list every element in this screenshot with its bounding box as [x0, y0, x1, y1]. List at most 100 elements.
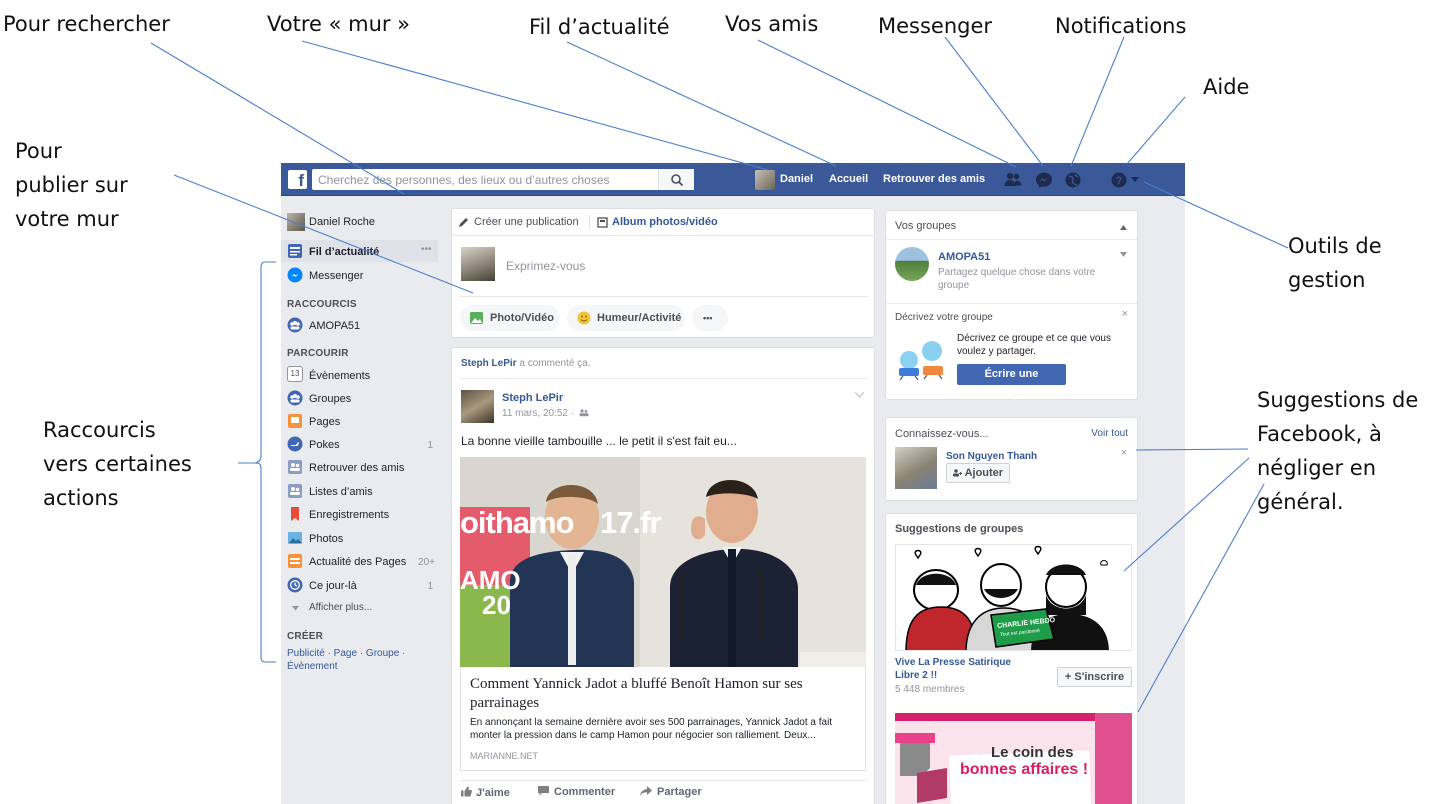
- shortcut-amopa51[interactable]: AMOPA51: [309, 320, 360, 332]
- newsfeed-more-button[interactable]: •••: [421, 244, 432, 255]
- newsfeed-link[interactable]: Fil d’actualité: [309, 246, 379, 258]
- home-link[interactable]: Accueil: [829, 163, 868, 196]
- feeling-activity-button[interactable]: Humeur/Activité: [567, 305, 685, 331]
- annotation-suggestions-line-4: général.: [1257, 490, 1344, 514]
- album-tab[interactable]: Album photos/vidéo: [612, 216, 718, 228]
- banner-text-1: oithamo: [460, 505, 575, 540]
- left-profile-link[interactable]: Daniel Roche: [309, 216, 375, 228]
- explore-item-events[interactable]: Évènements: [309, 370, 370, 382]
- connector-notifications: [1070, 36, 1125, 167]
- ad-headline-line-1: Le coin des: [991, 744, 1074, 761]
- account-menu-arrow-icon[interactable]: [1131, 177, 1139, 183]
- post-author-link[interactable]: Steph LePir: [502, 392, 563, 404]
- photos-icon: [288, 532, 302, 544]
- connector-messenger: [944, 36, 1044, 167]
- activity-separator: [461, 378, 867, 379]
- share-label: Partager: [657, 786, 702, 798]
- link-title[interactable]: Comment Yannick Jadot a bluffé Benoît Ha…: [470, 675, 858, 713]
- find-friends-link[interactable]: Retrouver des amis: [883, 163, 985, 196]
- annotation-shortcuts: Raccourcis vers certaines actions: [43, 413, 192, 515]
- composer-more-button[interactable]: •••: [692, 305, 728, 331]
- see-more-link[interactable]: Afficher plus...: [309, 602, 372, 613]
- activity-text: a commenté ça.: [516, 358, 591, 369]
- calendar-icon: 13: [287, 366, 303, 382]
- group-avatar[interactable]: [895, 247, 929, 281]
- search-icon: [670, 174, 683, 187]
- pokes-count: 1: [427, 440, 433, 451]
- link-preview-image[interactable]: oithamo 17.fr AMO 20: [460, 457, 866, 667]
- create-event-link[interactable]: Évènement: [287, 661, 338, 672]
- post-author-avatar[interactable]: [461, 390, 494, 423]
- pymk-name-link[interactable]: Son Nguyen Thanh: [946, 451, 1037, 462]
- activity-actor-link[interactable]: Steph LePir: [461, 358, 517, 369]
- post-options-chevron-icon[interactable]: [855, 392, 864, 398]
- profile-avatar-small[interactable]: [287, 213, 305, 231]
- your-groups-title: Vos groupes: [895, 220, 957, 232]
- connector-friends: [757, 39, 1017, 168]
- link-preview-box[interactable]: Comment Yannick Jadot a bluffé Benoît Ha…: [460, 667, 866, 771]
- svg-text:?: ?: [1116, 175, 1123, 187]
- profile-avatar[interactable]: [755, 170, 775, 190]
- annotation-search: Pour rechercher: [3, 12, 170, 36]
- pages-feed-icon: [288, 554, 302, 568]
- composer-input[interactable]: Exprimez-vous: [506, 259, 585, 273]
- ad-headline-line-2: bonnes affaires !: [960, 761, 1089, 778]
- left-navigation: Daniel Roche Fil d’actualité ••• Messeng…: [281, 196, 441, 804]
- explore-item-pages-feed[interactable]: Actualité des Pages: [309, 556, 406, 568]
- annotation-feed: Fil d’actualité: [529, 15, 670, 39]
- photo-icon: [470, 312, 483, 324]
- explore-item-groups[interactable]: Groupes: [309, 393, 351, 405]
- annotation-suggestions-line-3: négliger en: [1257, 456, 1377, 480]
- suggested-group-members: 5 448 membres: [895, 684, 965, 695]
- see-all-link[interactable]: Voir tout: [1091, 428, 1128, 439]
- write-description-button[interactable]: Écrire une description: [957, 364, 1066, 401]
- notifications-globe-icon[interactable]: [1063, 170, 1083, 190]
- facebook-logo[interactable]: f: [288, 170, 307, 190]
- join-group-button[interactable]: + S'inscrire: [1057, 667, 1132, 687]
- create-post-tab[interactable]: Créer une publication: [474, 216, 579, 228]
- like-button[interactable]: J'aime: [461, 786, 510, 799]
- help-icon[interactable]: ?: [1109, 170, 1129, 190]
- composer-separator: [460, 296, 868, 297]
- explore-item-pages[interactable]: Pages: [309, 416, 340, 428]
- suggested-group-cover[interactable]: CHARLIE HEBDO Tout est pardonné: [895, 544, 1132, 651]
- group-amopa51-link[interactable]: AMOPA51: [938, 251, 990, 263]
- comment-icon: [538, 786, 549, 796]
- photo-video-button[interactable]: Photo/Vidéo: [460, 305, 560, 331]
- collapse-chevron-icon[interactable]: [1120, 225, 1127, 230]
- connector-help: [1126, 96, 1186, 165]
- explore-item-saved[interactable]: Enregistrements: [309, 509, 389, 521]
- ad-banner[interactable]: Le coin des bonnes affaires !: [895, 713, 1132, 804]
- messenger-icon[interactable]: [1034, 170, 1054, 190]
- search-input[interactable]: [312, 169, 652, 190]
- describe-separator: [886, 303, 1137, 304]
- annotation-publish: Pour publier sur votre mur: [15, 134, 128, 236]
- annotation-wall: Votre « mur »: [267, 12, 411, 36]
- comment-label: Commenter: [554, 786, 616, 798]
- describe-text: Décrivez ce groupe et ce que vous voulez…: [957, 333, 1111, 357]
- actions-separator: [460, 780, 866, 781]
- explore-item-friend-lists[interactable]: Listes d’amis: [309, 486, 373, 498]
- pymk-avatar[interactable]: [895, 447, 937, 489]
- post-date-link[interactable]: 11 mars, 20:52 ·: [502, 408, 589, 419]
- friend-requests-icon[interactable]: [1003, 170, 1023, 190]
- annotation-publish-line-2: publier sur: [15, 173, 128, 197]
- messenger-link[interactable]: Messenger: [309, 270, 363, 282]
- annotation-shortcuts-line-3: actions: [43, 486, 119, 510]
- explore-item-pokes[interactable]: Pokes: [309, 439, 340, 451]
- suggested-group-link[interactable]: Vive La Presse Satirique Libre 2 !!: [895, 656, 1030, 682]
- link-description: En annonçant la semaine dernière avoir s…: [470, 717, 833, 741]
- add-friend-button[interactable]: Ajouter: [946, 463, 1010, 483]
- close-icon[interactable]: ×: [1122, 308, 1128, 320]
- profile-link[interactable]: Daniel: [780, 163, 813, 196]
- explore-item-on-this-day[interactable]: Ce jour-là: [309, 580, 357, 592]
- dismiss-close-icon[interactable]: ×: [1121, 447, 1127, 459]
- comment-button[interactable]: Commenter: [538, 786, 615, 798]
- group-options-chevron-icon[interactable]: [1120, 252, 1127, 257]
- post-date: 11 mars, 20:52 ·: [502, 408, 575, 419]
- explore-item-photos[interactable]: Photos: [309, 533, 343, 545]
- search-button[interactable]: [658, 169, 694, 190]
- create-links[interactable]: Publicité · Page · Groupe ·: [287, 648, 405, 659]
- share-button[interactable]: Partager: [640, 786, 702, 798]
- explore-item-find-friends[interactable]: Retrouver des amis: [309, 462, 404, 474]
